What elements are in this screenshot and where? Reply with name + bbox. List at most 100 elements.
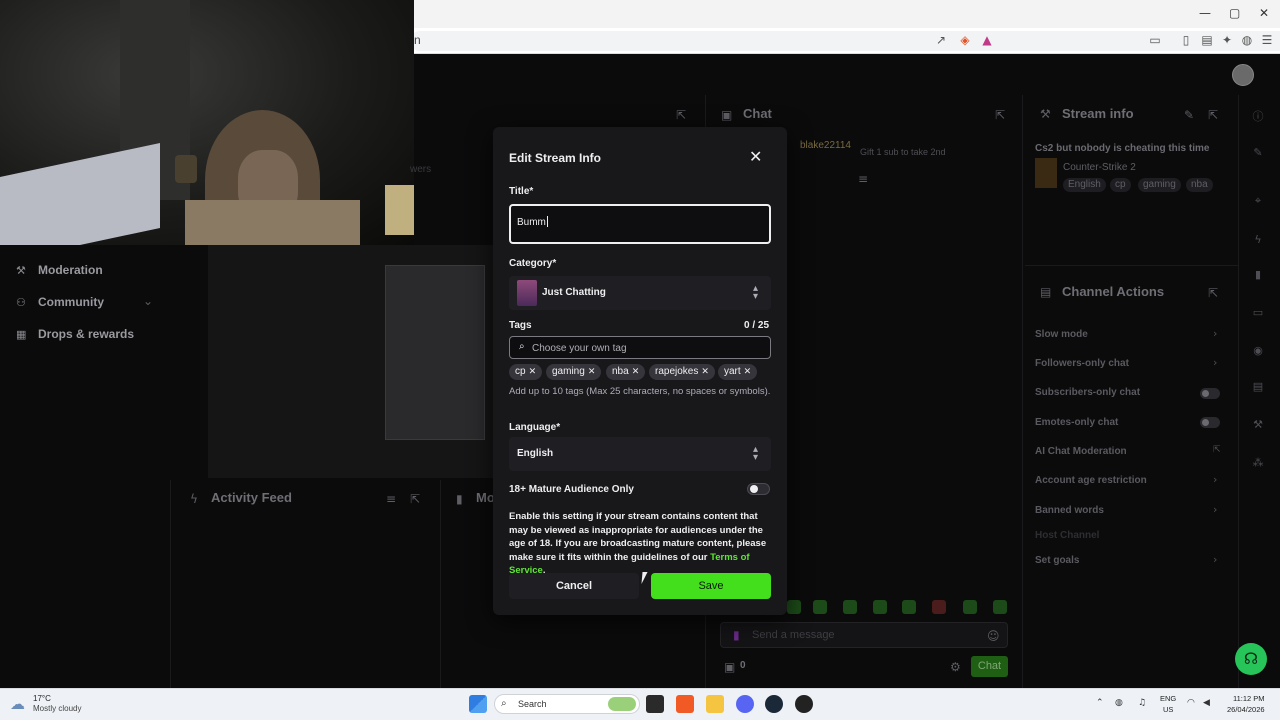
channel-action-slow-mode[interactable]: Slow mode xyxy=(1035,329,1088,340)
popout-icon[interactable]: ⇱ xyxy=(1208,108,1218,122)
close-icon[interactable]: ✕ xyxy=(749,147,762,166)
chevron-up-icon[interactable]: ⌃ xyxy=(1096,698,1104,708)
nav-drops[interactable]: ▦ Drops & rewards xyxy=(16,324,134,344)
discord-icon[interactable] xyxy=(736,695,754,713)
emote-icon[interactable] xyxy=(873,600,887,614)
sidebar-icon[interactable]: ▯ xyxy=(1178,32,1194,48)
category-select[interactable]: Just Chatting ▴ ▾ xyxy=(509,276,771,310)
weather-condition[interactable]: Mostly cloudy xyxy=(33,704,81,713)
pencil-icon[interactable]: ✎ xyxy=(1184,108,1194,122)
nav-community[interactable]: ⚇ Community xyxy=(16,292,104,312)
remove-tag-icon[interactable]: ✕ xyxy=(529,367,537,377)
channel-action-set-goals[interactable]: Set goals xyxy=(1035,555,1079,566)
tag-chip[interactable]: gaming ✕ xyxy=(546,364,602,380)
emote-icon[interactable] xyxy=(993,600,1007,614)
title-input[interactable]: Bumm xyxy=(509,204,771,244)
tab-icon[interactable]: ▭ xyxy=(1147,32,1163,48)
brave-rewards-icon[interactable]: ▲ xyxy=(979,32,995,48)
chevron-down-icon[interactable]: ⌄ xyxy=(143,294,153,308)
tag-chip[interactable]: nba ✕ xyxy=(606,364,646,380)
chevron-right-icon[interactable]: › xyxy=(1213,473,1217,486)
mature-toggle[interactable] xyxy=(747,483,770,495)
channel-action-banned-words[interactable]: Banned words xyxy=(1035,505,1104,516)
emote-icon[interactable] xyxy=(787,600,801,614)
clock-date[interactable]: 26/04/2026 xyxy=(1227,705,1265,714)
emote-icon[interactable] xyxy=(932,600,946,614)
menu-icon[interactable]: ☰ xyxy=(1259,32,1275,48)
help-headset-icon[interactable]: ☊ xyxy=(1235,643,1267,675)
channel-action-account-age[interactable]: Account age restriction xyxy=(1035,475,1147,486)
microphone-icon[interactable]: ♫ xyxy=(1138,698,1146,708)
pencil-icon[interactable]: ✎ xyxy=(1250,146,1266,159)
tag-chip[interactable]: rapejokes ✕ xyxy=(649,364,715,380)
calendar-icon[interactable]: ▤ xyxy=(1250,380,1266,393)
clock-time[interactable]: 11:12 PM xyxy=(1233,694,1265,703)
filter-icon[interactable]: ≡ xyxy=(858,172,868,186)
popout-icon[interactable]: ⇱ xyxy=(676,108,686,122)
wrench-icon[interactable]: ⚒ xyxy=(1250,418,1266,431)
chat-send-button[interactable]: Chat xyxy=(971,656,1008,677)
close-window-icon[interactable]: ✕ xyxy=(1259,6,1269,20)
remove-tag-icon[interactable]: ✕ xyxy=(632,367,640,377)
language-select[interactable]: English ▴ ▾ xyxy=(509,437,771,471)
points-icon[interactable]: ▣ xyxy=(724,660,735,674)
crosshair-icon[interactable]: ⌖ xyxy=(1250,194,1266,208)
tag-chip[interactable]: yart ✕ xyxy=(718,364,758,380)
emote-icon[interactable] xyxy=(902,600,916,614)
emote-icon[interactable] xyxy=(963,600,977,614)
nav-moderation[interactable]: ⚒ Moderation xyxy=(16,260,103,280)
remove-tag-icon[interactable]: ✕ xyxy=(744,367,752,377)
doc-icon[interactable]: ▮ xyxy=(1250,268,1266,281)
popout-icon[interactable]: ⇱ xyxy=(995,108,1005,122)
bolt-icon[interactable]: ϟ xyxy=(1250,233,1266,246)
weather-temperature[interactable]: 17°C xyxy=(33,694,51,703)
emote-icon[interactable] xyxy=(843,600,857,614)
remove-tag-icon[interactable]: ✕ xyxy=(701,367,709,377)
file-explorer-icon[interactable] xyxy=(706,695,724,713)
leo-icon[interactable]: ✦ xyxy=(1219,32,1235,48)
emotes-only-toggle[interactable] xyxy=(1200,417,1220,428)
filter-icon[interactable]: ≡ xyxy=(386,492,396,506)
channel-action-emotes-only[interactable]: Emotes-only chat xyxy=(1035,417,1118,428)
cancel-button[interactable]: Cancel xyxy=(509,573,639,599)
remove-tag-icon[interactable]: ✕ xyxy=(588,367,596,377)
start-windows-icon[interactable] xyxy=(469,695,487,713)
wifi-icon[interactable]: ◠ xyxy=(1187,698,1195,708)
popout-icon[interactable]: ⇱ xyxy=(1208,286,1218,300)
task-view-icon[interactable] xyxy=(646,695,664,713)
tag-chip[interactable]: cp ✕ xyxy=(509,364,543,380)
chevron-right-icon[interactable]: › xyxy=(1213,553,1217,566)
search-highlight-icon[interactable] xyxy=(608,697,636,711)
user-avatar[interactable] xyxy=(1232,64,1254,86)
wallet-icon[interactable]: ▤ xyxy=(1199,32,1215,48)
chevron-right-icon[interactable]: › xyxy=(1213,356,1217,369)
vpn-icon[interactable]: ◍ xyxy=(1239,32,1255,48)
subscribers-only-toggle[interactable] xyxy=(1200,388,1220,399)
language-region[interactable]: US xyxy=(1163,705,1173,714)
obs-icon[interactable] xyxy=(795,695,813,713)
chat-bubble-icon[interactable]: ▭ xyxy=(1250,306,1266,319)
info-icon[interactable]: ⓘ xyxy=(1250,108,1266,124)
external-link-icon[interactable]: ⇱ xyxy=(1213,445,1221,455)
brave-shield-icon[interactable]: ◈ xyxy=(957,32,973,48)
steam-icon[interactable] xyxy=(765,695,783,713)
chevron-right-icon[interactable]: › xyxy=(1213,503,1217,516)
channel-action-ai-moderation[interactable]: AI Chat Moderation xyxy=(1035,446,1127,457)
channel-action-subscribers-only[interactable]: Subscribers-only chat xyxy=(1035,387,1140,398)
minimize-icon[interactable]: — xyxy=(1199,6,1211,20)
brave-browser-icon[interactable] xyxy=(676,695,694,713)
popout-icon[interactable]: ⇱ xyxy=(410,492,420,506)
emote-icon[interactable] xyxy=(813,600,827,614)
maximize-icon[interactable]: ▢ xyxy=(1229,6,1240,20)
gear-icon[interactable]: ⚙ xyxy=(950,660,961,674)
share-nodes-icon[interactable]: ⁂ xyxy=(1250,456,1266,469)
channel-action-followers-only[interactable]: Followers-only chat xyxy=(1035,358,1129,369)
emoji-icon[interactable]: ☺ xyxy=(987,629,1000,643)
language-indicator[interactable]: ENG xyxy=(1160,694,1176,703)
chevron-right-icon[interactable]: › xyxy=(1213,327,1217,340)
network-tray-icon[interactable]: ◍ xyxy=(1115,698,1123,708)
weather-cloud-icon[interactable]: ☁ xyxy=(10,695,25,713)
broadcast-icon[interactable]: ◉ xyxy=(1250,344,1266,357)
tag-search-input[interactable]: ⌕ Choose your own tag xyxy=(509,336,771,359)
share-icon[interactable]: ↗ xyxy=(933,32,949,48)
